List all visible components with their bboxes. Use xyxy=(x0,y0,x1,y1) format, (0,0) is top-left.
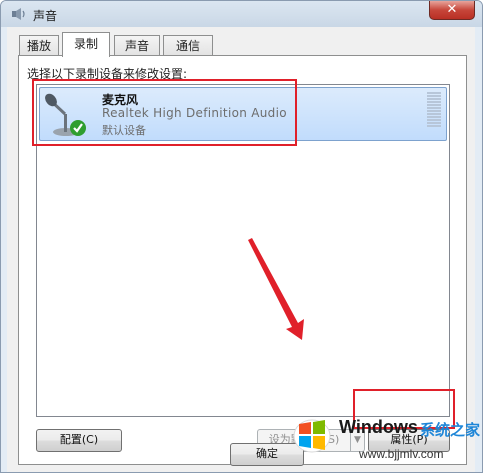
configure-label: 配置(C) xyxy=(59,433,99,446)
tab-sounds[interactable]: 声音 xyxy=(114,35,160,56)
tab-communications[interactable]: 通信 xyxy=(163,35,213,56)
window-title: 声音 xyxy=(33,9,58,23)
watermark-cn-text: 系统之家 xyxy=(420,421,481,439)
ok-label: 确定 xyxy=(256,447,278,460)
watermark: Windows 系统之家 www.bjjmlv.com xyxy=(287,412,483,473)
title-bar[interactable]: 声音 ✕ xyxy=(1,1,482,27)
watermark-url: www.bjjmlv.com xyxy=(359,447,444,461)
tab-recording[interactable]: 录制 xyxy=(62,32,110,57)
close-button[interactable]: ✕ xyxy=(429,1,475,20)
tab-playback[interactable]: 播放 xyxy=(19,35,59,56)
tab-label: 录制 xyxy=(73,37,98,51)
windows-logo-icon xyxy=(293,419,331,453)
tab-label: 通信 xyxy=(175,39,200,53)
watermark-brand: Windows xyxy=(339,417,418,437)
close-icon: ✕ xyxy=(446,2,458,17)
configure-button[interactable]: 配置(C) xyxy=(36,429,122,452)
tab-label: 声音 xyxy=(124,39,149,53)
speaker-icon xyxy=(12,8,25,20)
tab-label: 播放 xyxy=(26,39,51,53)
level-meter xyxy=(427,92,441,128)
highlight-box-device xyxy=(32,79,297,146)
